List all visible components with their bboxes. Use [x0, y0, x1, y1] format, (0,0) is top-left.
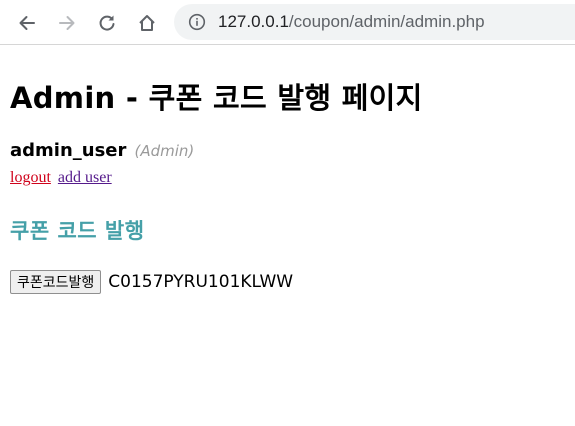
user-role: (Admin): [134, 142, 195, 160]
home-icon: [137, 13, 157, 33]
browser-toolbar: 127.0.0.1/coupon/admin/admin.php: [0, 0, 575, 45]
back-button[interactable]: [14, 10, 40, 36]
home-button[interactable]: [134, 10, 160, 36]
add-user-link[interactable]: add user: [58, 169, 112, 186]
page-title: Admin - 쿠폰 코드 발행 페이지: [10, 81, 423, 115]
coupon-code: C0157PYRU101KLWW: [108, 272, 294, 292]
coupon-issue-row: 쿠폰코드발행 C0157PYRU101KLWW: [10, 270, 293, 294]
url-path: /coupon/admin/admin.php: [288, 12, 485, 31]
info-icon[interactable]: [188, 13, 206, 31]
reload-icon: [97, 13, 117, 33]
username: admin_user: [10, 140, 127, 161]
url-host: 127.0.0.1: [218, 12, 289, 31]
logout-link[interactable]: logout: [10, 169, 51, 186]
forward-button[interactable]: [54, 10, 80, 36]
section-heading: 쿠폰 코드 발행: [10, 219, 145, 243]
user-info: admin_user (Admin): [10, 140, 194, 161]
reload-button[interactable]: [94, 10, 120, 36]
address-bar[interactable]: 127.0.0.1/coupon/admin/admin.php: [174, 4, 575, 40]
url-text: 127.0.0.1/coupon/admin/admin.php: [218, 12, 485, 32]
forward-arrow-icon: [57, 13, 77, 33]
back-arrow-icon: [17, 13, 37, 33]
account-links: logout add user: [10, 169, 112, 187]
issue-coupon-button[interactable]: 쿠폰코드발행: [10, 270, 102, 294]
